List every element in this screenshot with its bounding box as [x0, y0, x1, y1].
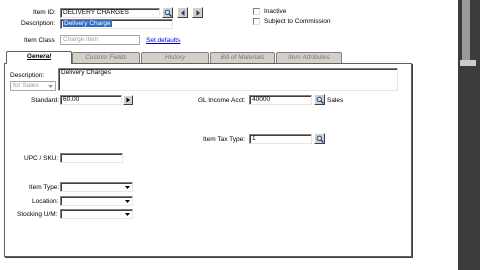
- gl-income-acct-field[interactable]: 40000: [249, 95, 312, 105]
- gl-income-acct-description: Sales: [327, 97, 344, 104]
- left-arrow-icon: [180, 9, 184, 16]
- gl-income-lookup-button[interactable]: [314, 94, 325, 105]
- set-defaults-link[interactable]: Set defaults: [146, 36, 180, 45]
- side-toolbar-marker: [460, 60, 476, 66]
- tab-bill-of-materials[interactable]: Bill of Materials: [210, 52, 275, 63]
- item-id-lookup-button[interactable]: [162, 7, 173, 18]
- next-record-button[interactable]: [192, 7, 203, 18]
- general-description-label: Description:: [10, 72, 45, 79]
- item-tax-type-label: Item Tax Type:: [203, 136, 246, 143]
- subject-to-commission-checkbox[interactable]: [253, 18, 260, 25]
- location-dropdown[interactable]: [60, 196, 133, 206]
- standard-price-label: Standard:: [31, 97, 60, 104]
- item-tax-type-lookup-button[interactable]: [314, 133, 325, 144]
- description-label: Description:: [21, 20, 56, 27]
- magnifier-icon: [316, 135, 324, 143]
- item-type-dropdown[interactable]: [60, 182, 133, 192]
- tab-history[interactable]: History: [141, 52, 209, 63]
- inactive-checkbox[interactable]: [253, 8, 260, 15]
- right-arrow-icon: [196, 9, 200, 16]
- chevron-down-icon: [46, 82, 55, 90]
- section-divider: [8, 145, 136, 146]
- tab-general[interactable]: General: [6, 51, 72, 64]
- tab-custom-fields[interactable]: Custom Fields: [72, 52, 140, 63]
- magnifier-icon: [316, 96, 324, 104]
- stocking-um-label: Stocking U/M:: [17, 211, 58, 218]
- for-sales-dropdown[interactable]: for Sales: [10, 81, 56, 91]
- previous-record-button[interactable]: [177, 7, 188, 18]
- chevron-down-icon: [123, 183, 132, 191]
- location-label: Location:: [32, 198, 59, 205]
- subject-to-commission-label: Subject to Commission: [264, 18, 331, 25]
- upc-sku-label: UPC / SKU:: [24, 155, 59, 162]
- standard-price-field[interactable]: 60.00: [60, 95, 122, 105]
- item-class-label: Item Class: [24, 37, 55, 44]
- side-toolbar-handle[interactable]: [462, 0, 470, 60]
- magnifier-icon: [164, 9, 172, 17]
- price-levels-button[interactable]: [123, 95, 133, 105]
- inactive-label: Inactive: [264, 8, 287, 15]
- description-field[interactable]: Delivery Charge: [60, 19, 173, 29]
- item-id-field[interactable]: DELIVERY CHARGES: [60, 8, 160, 18]
- chevron-down-icon: [123, 197, 132, 205]
- right-arrow-icon: [126, 97, 130, 103]
- gl-income-acct-label: GL Income Acct:: [198, 97, 246, 104]
- general-description-field[interactable]: Delivery Charges: [58, 68, 398, 91]
- stocking-um-dropdown[interactable]: [60, 209, 133, 219]
- item-tax-type-field[interactable]: 1: [249, 134, 312, 144]
- chevron-down-icon: [123, 210, 132, 218]
- item-class-dropdown[interactable]: Charge item: [60, 35, 140, 45]
- tab-item-attributes[interactable]: Item Attributes: [276, 52, 342, 63]
- item-id-label: Item ID:: [33, 9, 56, 16]
- item-type-label: Item Type:: [29, 184, 60, 191]
- upc-sku-field[interactable]: [60, 153, 123, 163]
